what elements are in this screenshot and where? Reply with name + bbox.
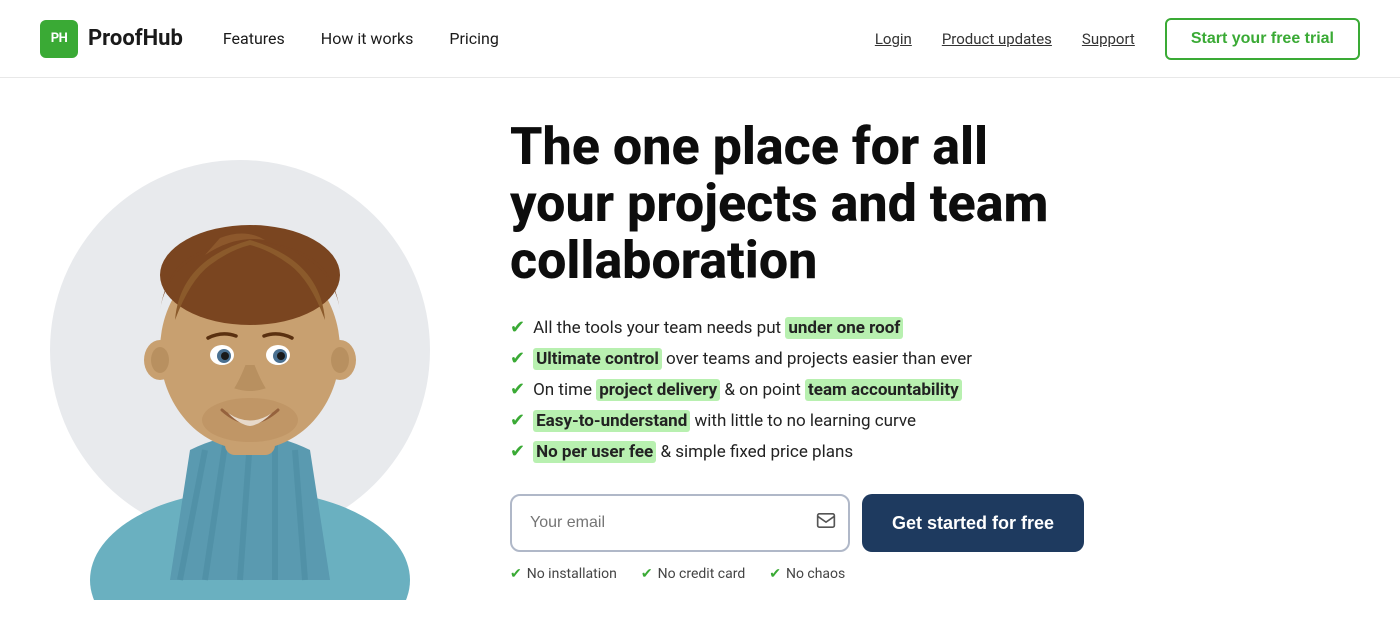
- main-content: The one place for all your projects and …: [0, 78, 1400, 622]
- email-input[interactable]: [510, 494, 850, 552]
- logo-icon: PH: [40, 20, 78, 58]
- badge-no-credit-card: ✔ No credit card: [641, 566, 745, 582]
- badge-check-icon: ✔: [510, 566, 522, 582]
- feature-list: ✔ All the tools your team needs put unde…: [510, 317, 1340, 462]
- email-icon: [816, 511, 836, 536]
- nav-link-how-it-works[interactable]: How it works: [321, 29, 414, 48]
- badge-check-icon: ✔: [769, 566, 781, 582]
- get-started-button[interactable]: Get started for free: [862, 494, 1084, 552]
- badge-no-chaos: ✔ No chaos: [769, 566, 845, 582]
- start-trial-button[interactable]: Start your free trial: [1165, 18, 1360, 60]
- logo-name: ProofHub: [88, 26, 183, 51]
- check-icon: ✔: [510, 441, 525, 462]
- bottom-badges: ✔ No installation ✔ No credit card ✔ No …: [510, 566, 1340, 582]
- hero-content: The one place for all your projects and …: [480, 98, 1400, 603]
- navbar: PH ProofHub Features How it works Pricin…: [0, 0, 1400, 78]
- check-icon: ✔: [510, 410, 525, 431]
- nav-links: Features How it works Pricing: [223, 29, 499, 48]
- list-item: ✔ No per user fee & simple fixed price p…: [510, 441, 1340, 462]
- hero-heading: The one place for all your projects and …: [510, 118, 1340, 290]
- list-item: ✔ Ultimate control over teams and projec…: [510, 348, 1340, 369]
- check-icon: ✔: [510, 348, 525, 369]
- cta-row: Get started for free: [510, 494, 1340, 552]
- email-input-wrap: [510, 494, 850, 552]
- nav-link-support[interactable]: Support: [1082, 30, 1135, 48]
- badge-check-icon: ✔: [641, 566, 653, 582]
- nav-right: Login Product updates Support Start your…: [875, 18, 1360, 60]
- hero-person: [40, 100, 460, 600]
- check-icon: ✔: [510, 317, 525, 338]
- person-illustration: [50, 110, 450, 600]
- list-item: ✔ On time project delivery & on point te…: [510, 379, 1340, 400]
- badge-no-installation: ✔ No installation: [510, 566, 617, 582]
- list-item: ✔ All the tools your team needs put unde…: [510, 317, 1340, 338]
- nav-link-pricing[interactable]: Pricing: [449, 29, 499, 48]
- check-icon: ✔: [510, 379, 525, 400]
- nav-link-features[interactable]: Features: [223, 29, 285, 48]
- logo-area: PH ProofHub: [40, 20, 183, 58]
- hero-image-area: [0, 78, 480, 622]
- nav-link-login[interactable]: Login: [875, 30, 912, 48]
- list-item: ✔ Easy-to-understand with little to no l…: [510, 410, 1340, 431]
- nav-link-product-updates[interactable]: Product updates: [942, 30, 1052, 48]
